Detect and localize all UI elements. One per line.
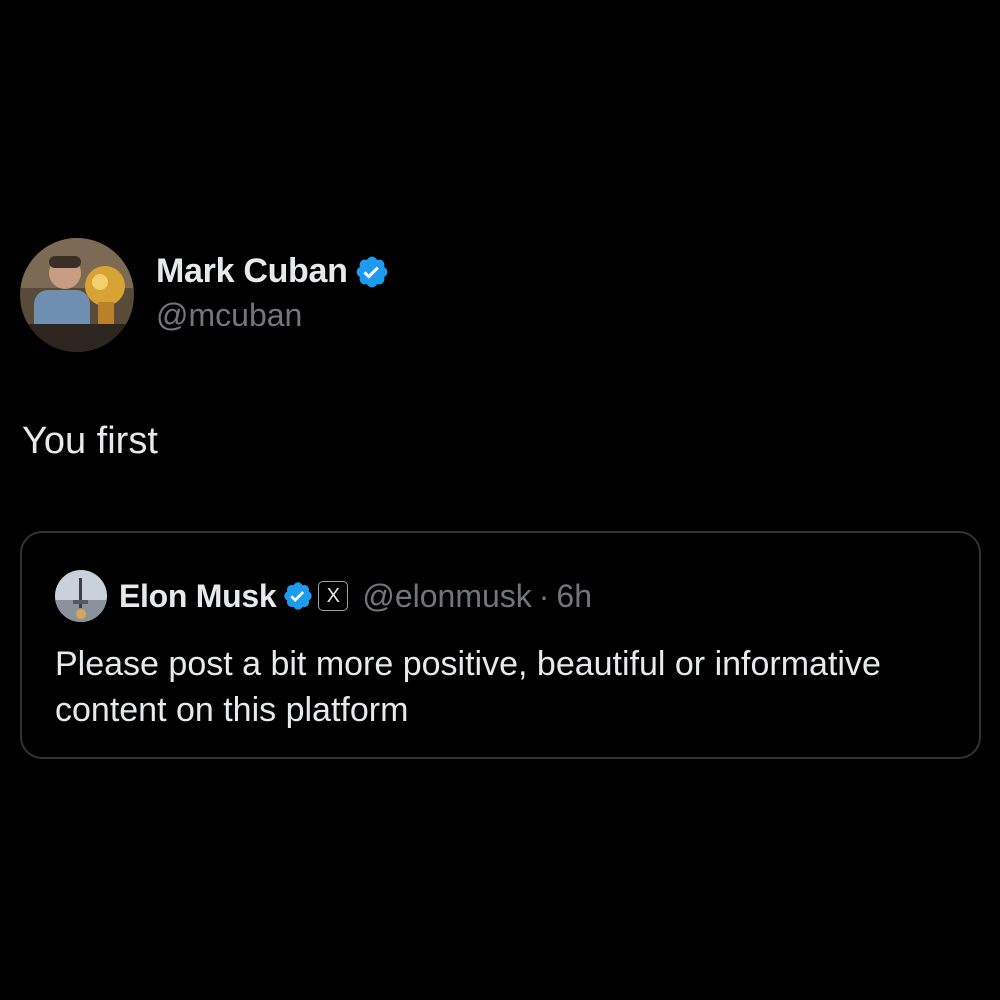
post-text: You first <box>22 420 158 462</box>
author-handle[interactable]: @mcuban <box>156 297 390 334</box>
verified-badge-icon[interactable] <box>282 580 314 612</box>
quoted-author-handle[interactable]: @elonmusk <box>362 578 531 615</box>
quoted-author-display-name[interactable]: Elon Musk <box>119 578 277 615</box>
avatar-photo-icon <box>55 570 107 622</box>
x-affiliation-badge[interactable]: X <box>318 581 349 611</box>
quoted-post-card[interactable]: Elon Musk X @elonmusk · 6h Please post a… <box>20 531 981 759</box>
quoted-author-avatar[interactable] <box>55 570 107 622</box>
quoted-post-text: Please post a bit more positive, beautif… <box>55 645 881 729</box>
author-avatar[interactable] <box>20 238 134 352</box>
timestamp-separator: · <box>538 577 550 614</box>
author-display-name[interactable]: Mark Cuban <box>156 252 348 291</box>
post-author-header: Mark Cuban @mcuban <box>20 238 390 352</box>
quoted-post-header: Elon Musk X @elonmusk · 6h <box>55 570 592 622</box>
avatar-photo-icon <box>20 238 134 352</box>
verified-badge-icon[interactable] <box>354 254 390 290</box>
quoted-post-time[interactable]: 6h <box>556 578 592 615</box>
post-screenshot: Mark Cuban @mcuban You first Elon Musk X… <box>0 0 1000 1000</box>
